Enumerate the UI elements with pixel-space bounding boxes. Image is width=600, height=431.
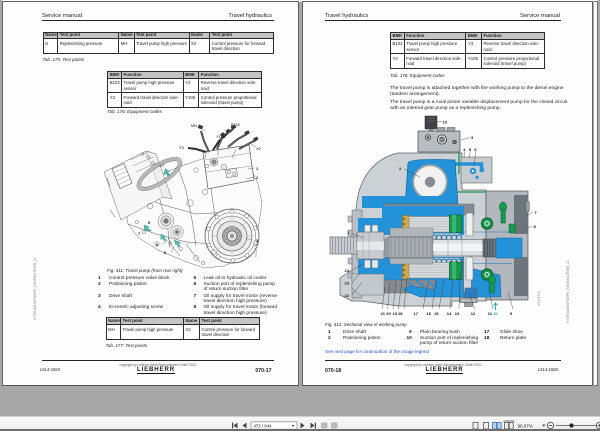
svg-text:3: 3 — [471, 135, 474, 140]
svg-text:10: 10 — [443, 120, 448, 125]
svg-text:Y3: Y3 — [179, 145, 184, 150]
svg-text:Y105: Y105 — [216, 134, 225, 139]
svg-text:15: 15 — [434, 311, 439, 316]
svg-text:19: 19 — [393, 311, 398, 316]
svg-text:18: 18 — [398, 311, 403, 316]
svg-text:7: 7 — [138, 231, 140, 236]
svg-text:6: 6 — [474, 147, 477, 152]
svg-text:2: 2 — [256, 175, 259, 180]
svg-text:17: 17 — [414, 311, 419, 316]
svg-text:14: 14 — [447, 311, 452, 316]
svg-text:16: 16 — [427, 311, 432, 316]
svg-text:22: 22 — [345, 293, 350, 298]
svg-text:13: 13 — [455, 311, 460, 316]
svg-text:23: 23 — [345, 281, 350, 286]
svg-text:10: 10 — [493, 311, 498, 316]
svg-text:12: 12 — [471, 311, 476, 316]
svg-text:7: 7 — [535, 210, 538, 215]
svg-text:5: 5 — [469, 147, 472, 152]
svg-text:4: 4 — [463, 147, 466, 152]
svg-text:Y2: Y2 — [159, 163, 164, 168]
svg-text:MH: MH — [191, 123, 197, 128]
svg-text:11: 11 — [488, 311, 493, 316]
svg-text:20: 20 — [386, 311, 391, 316]
svg-text:21: 21 — [381, 311, 386, 316]
svg-text:9: 9 — [510, 311, 513, 316]
svg-text:1: 1 — [256, 166, 259, 171]
svg-text:90.07%: 90.07% — [518, 423, 533, 428]
svg-text:B102: B102 — [231, 122, 240, 127]
svg-text:473 / 944: 473 / 944 — [254, 423, 273, 428]
svg-text:8: 8 — [534, 224, 537, 229]
svg-text:24: 24 — [345, 268, 350, 273]
svg-text:X2: X2 — [256, 146, 261, 151]
